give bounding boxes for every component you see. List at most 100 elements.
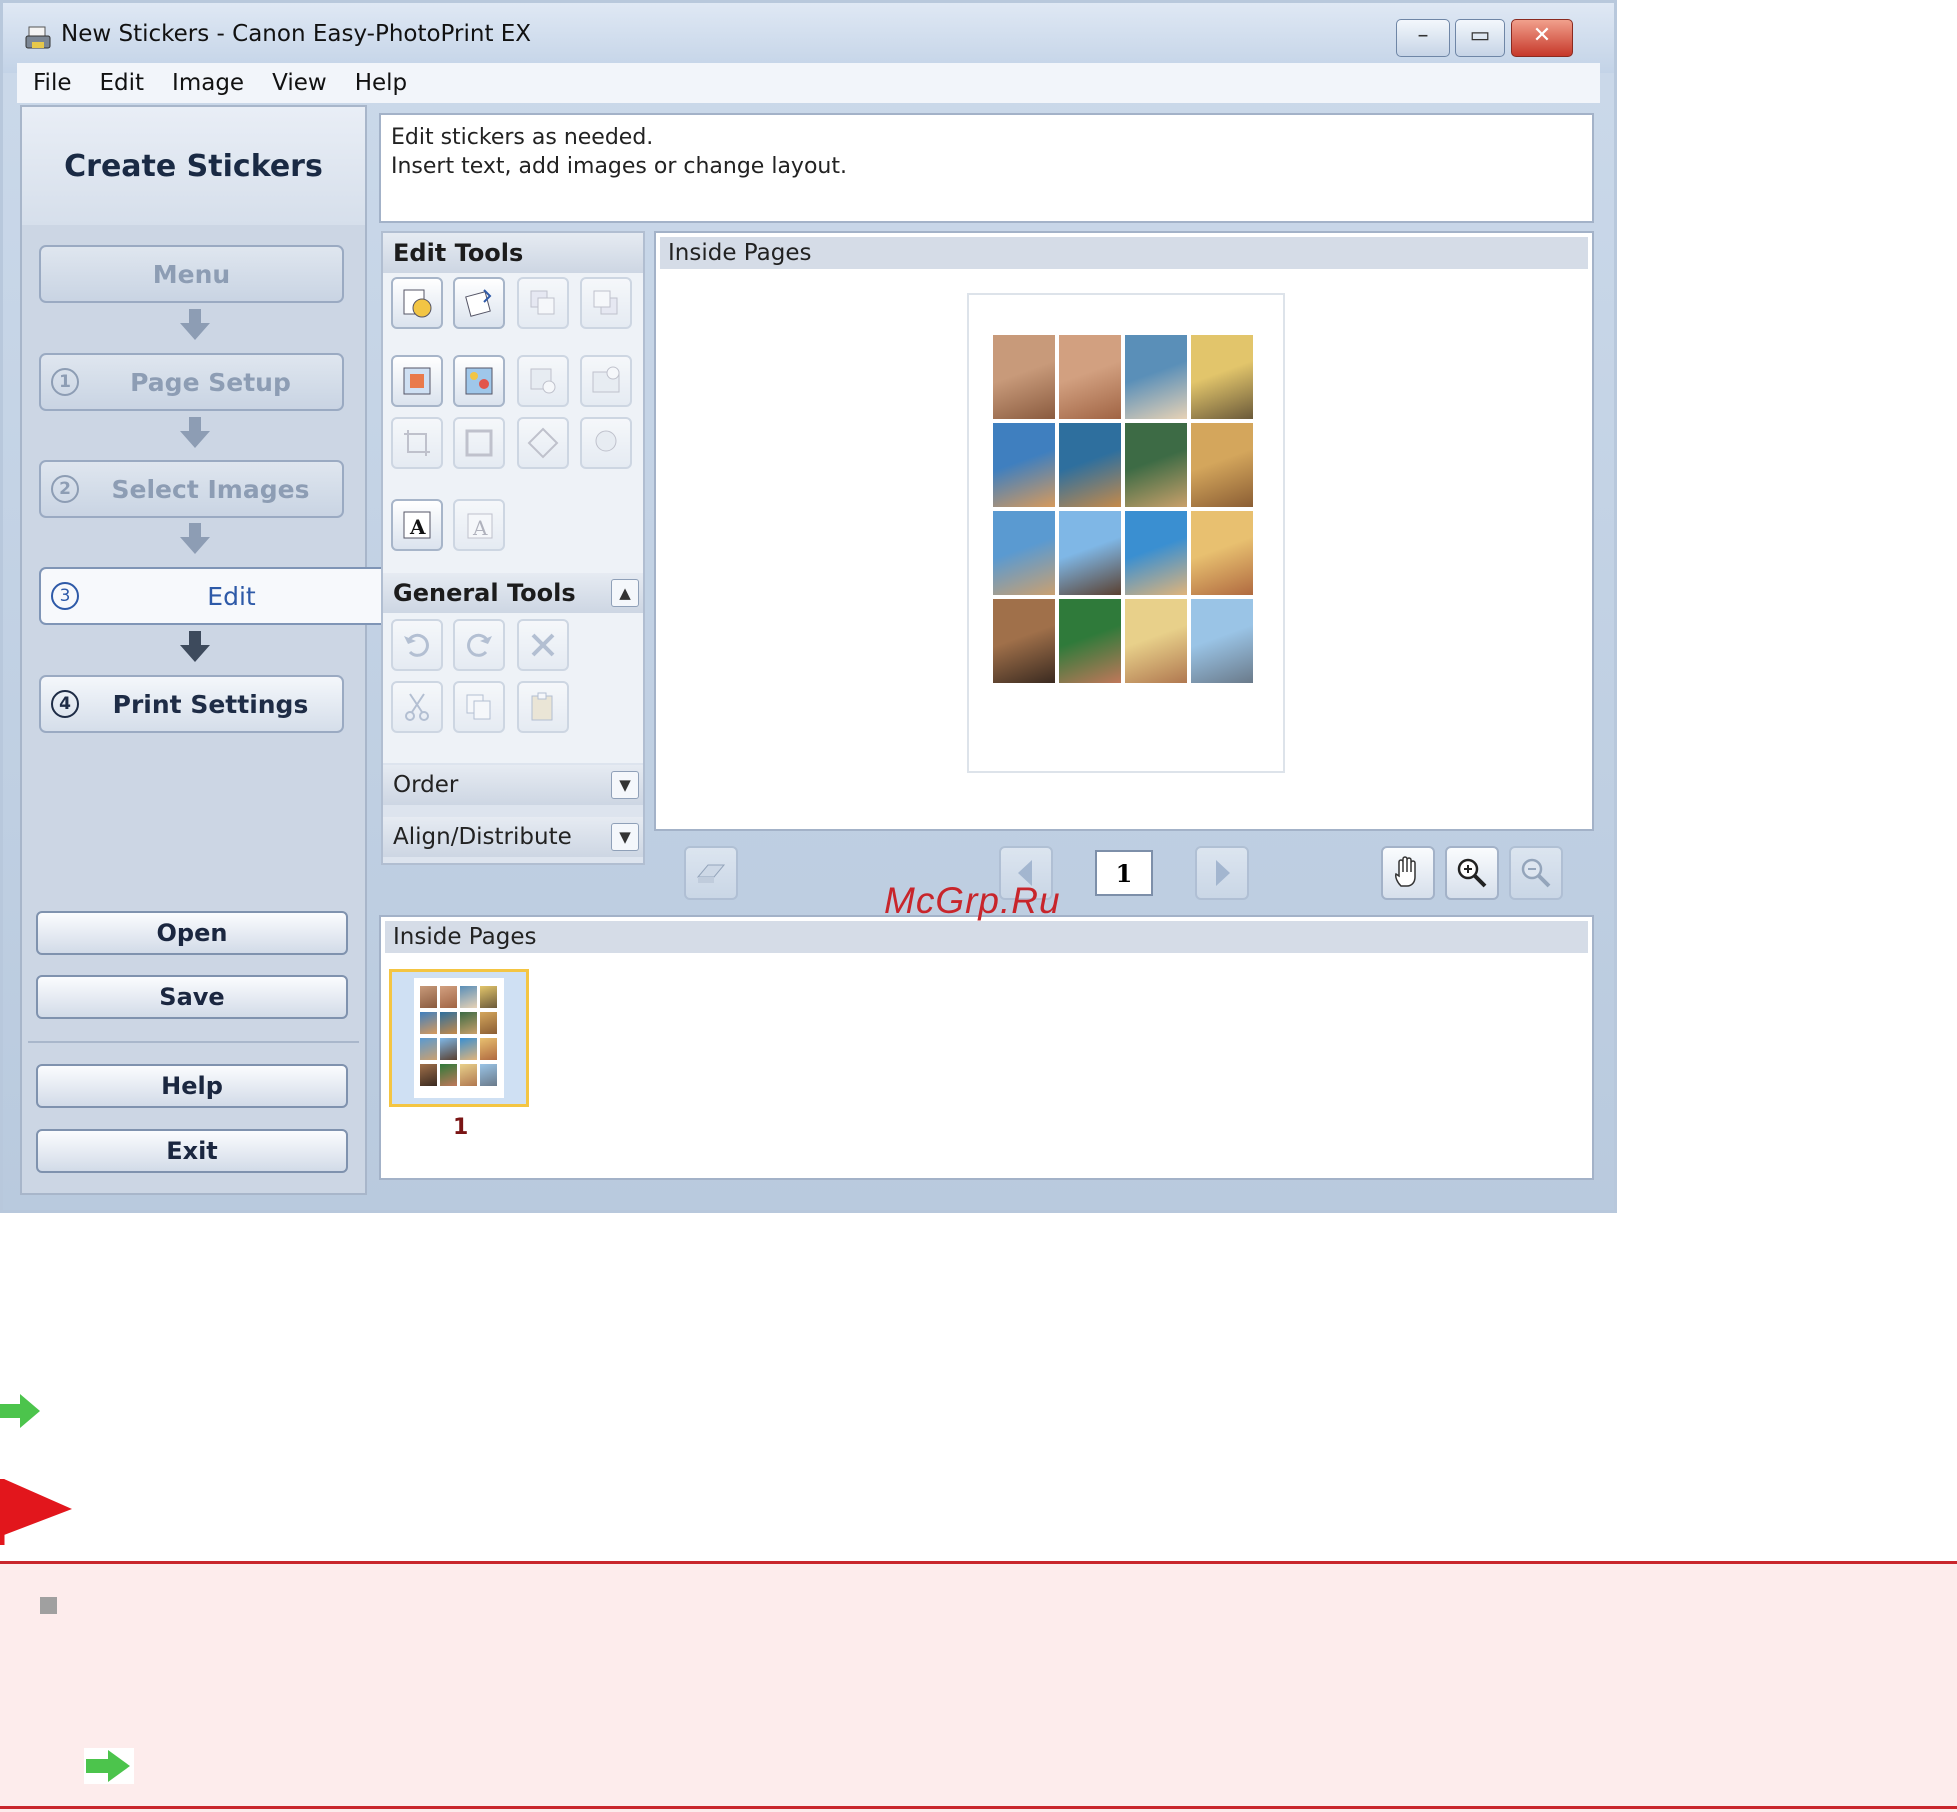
svg-text:A: A bbox=[472, 516, 488, 540]
sticker-photo[interactable] bbox=[1125, 335, 1187, 419]
thumbnail-header: Inside Pages bbox=[385, 921, 1588, 953]
crop-button[interactable] bbox=[391, 417, 443, 469]
sticker-photo[interactable] bbox=[1059, 511, 1121, 595]
link-arrow-icon[interactable] bbox=[84, 1748, 134, 1784]
add-image-button[interactable] bbox=[391, 277, 443, 329]
page-thumbnail[interactable] bbox=[389, 969, 529, 1107]
save-button[interactable]: Save bbox=[36, 975, 348, 1019]
sticker-photo[interactable] bbox=[1059, 335, 1121, 419]
sticker-page[interactable] bbox=[967, 293, 1285, 773]
step-menu-button[interactable]: Menu bbox=[39, 245, 344, 303]
note-bottom-border bbox=[0, 1806, 1957, 1809]
rotate-button[interactable] bbox=[453, 277, 505, 329]
frame-button[interactable] bbox=[453, 417, 505, 469]
edit-tools-body: A A bbox=[383, 273, 643, 573]
maximize-button[interactable]: ▭ bbox=[1455, 19, 1505, 57]
background-button[interactable] bbox=[453, 355, 505, 407]
flag-icon bbox=[0, 1479, 72, 1545]
thumbnail-photo bbox=[440, 1038, 457, 1060]
exit-button[interactable]: Exit bbox=[36, 1129, 348, 1173]
note-box bbox=[0, 1561, 1957, 1812]
general-tools-header: General Tools ▲ bbox=[383, 573, 643, 613]
cut-button[interactable] bbox=[391, 681, 443, 733]
zoom-in-button[interactable] bbox=[1445, 846, 1499, 900]
expand-icon[interactable]: ▼ bbox=[611, 823, 639, 851]
shape-button[interactable] bbox=[517, 417, 569, 469]
image-correct-icon bbox=[530, 368, 556, 394]
align-distribute-label: Align/Distribute bbox=[393, 824, 572, 850]
minimize-button[interactable]: – bbox=[1396, 19, 1450, 57]
close-icon: ✕ bbox=[1532, 23, 1552, 48]
open-button[interactable]: Open bbox=[36, 911, 348, 955]
sticker-photo[interactable] bbox=[1191, 423, 1253, 507]
undo-button[interactable] bbox=[391, 619, 443, 671]
sticker-photo[interactable] bbox=[1191, 599, 1253, 683]
sticker-photo[interactable] bbox=[993, 599, 1055, 683]
shape-icon bbox=[527, 427, 559, 459]
add-text-button[interactable]: A bbox=[391, 499, 443, 551]
zoom-out-button[interactable] bbox=[1509, 846, 1563, 900]
zoom-in-icon bbox=[1457, 858, 1487, 888]
sticker-photo[interactable] bbox=[1059, 599, 1121, 683]
arrow-down-icon bbox=[180, 523, 210, 554]
svg-text:A: A bbox=[409, 515, 426, 539]
sticker-photo[interactable] bbox=[1191, 335, 1253, 419]
text-icon: A bbox=[403, 511, 431, 539]
crop-icon bbox=[404, 430, 430, 456]
step-print-settings-button[interactable]: 4 Print Settings bbox=[39, 675, 344, 733]
redo-button[interactable] bbox=[453, 619, 505, 671]
sticker-photo[interactable] bbox=[1191, 511, 1253, 595]
sticker-photo[interactable] bbox=[993, 511, 1055, 595]
shadow-button[interactable] bbox=[580, 417, 632, 469]
general-tools-body bbox=[383, 613, 643, 763]
help-button[interactable]: Help bbox=[36, 1064, 348, 1108]
step-page-setup-label: Page Setup bbox=[130, 367, 291, 397]
paste-button[interactable] bbox=[517, 681, 569, 733]
menu-edit[interactable]: Edit bbox=[100, 70, 145, 96]
menu-file[interactable]: File bbox=[33, 70, 72, 96]
redo-icon bbox=[467, 633, 492, 657]
layout-icon bbox=[403, 367, 431, 395]
step-print-settings-label: Print Settings bbox=[112, 689, 309, 719]
sticker-photo[interactable] bbox=[1059, 423, 1121, 507]
image-properties-button[interactable] bbox=[580, 355, 632, 407]
sticker-photo[interactable] bbox=[1125, 511, 1187, 595]
thumbnail-photo bbox=[480, 1038, 497, 1060]
general-tools-label: General Tools bbox=[393, 579, 576, 607]
sticker-photo[interactable] bbox=[1125, 423, 1187, 507]
menu-image[interactable]: Image bbox=[172, 70, 244, 96]
link-arrow-icon[interactable] bbox=[0, 1392, 42, 1430]
pan-button[interactable] bbox=[1381, 846, 1435, 900]
thumbnail-photo bbox=[460, 1012, 477, 1034]
background-icon bbox=[465, 367, 493, 395]
close-button[interactable]: ✕ bbox=[1511, 19, 1573, 57]
page-number[interactable]: 1 bbox=[1095, 850, 1153, 896]
send-backward-button[interactable] bbox=[580, 277, 632, 329]
sticker-photo[interactable] bbox=[993, 335, 1055, 419]
order-header[interactable]: Order ▼ bbox=[383, 765, 643, 805]
minimize-icon: – bbox=[1417, 23, 1429, 48]
layout-button[interactable] bbox=[391, 355, 443, 407]
image-correct-button[interactable] bbox=[517, 355, 569, 407]
delete-icon bbox=[531, 633, 555, 657]
preview-toolbar: 1 bbox=[654, 836, 1594, 908]
step-edit-button[interactable]: 3 Edit bbox=[39, 567, 384, 625]
text-properties-button[interactable]: A bbox=[453, 499, 505, 551]
step-select-images-button[interactable]: 2 Select Images bbox=[39, 460, 344, 518]
step-page-setup-button[interactable]: 1 Page Setup bbox=[39, 353, 344, 411]
menu-help[interactable]: Help bbox=[355, 70, 407, 96]
align-distribute-header[interactable]: Align/Distribute ▼ bbox=[383, 817, 643, 857]
bring-forward-button[interactable] bbox=[517, 277, 569, 329]
sticker-photo[interactable] bbox=[993, 423, 1055, 507]
layout-print-button[interactable] bbox=[684, 846, 738, 900]
sticker-photo[interactable] bbox=[1125, 599, 1187, 683]
steps-sidebar: Create Stickers Menu 1 Page Setup 2 Sele… bbox=[20, 105, 384, 1195]
next-page-button[interactable] bbox=[1195, 846, 1249, 900]
copy-button[interactable] bbox=[453, 681, 505, 733]
expand-icon[interactable]: ▼ bbox=[611, 771, 639, 799]
edit-tools-header: Edit Tools bbox=[383, 233, 643, 273]
menu-view[interactable]: View bbox=[272, 70, 327, 96]
collapse-icon[interactable]: ▲ bbox=[611, 579, 639, 607]
delete-button[interactable] bbox=[517, 619, 569, 671]
add-image-icon bbox=[403, 289, 432, 318]
